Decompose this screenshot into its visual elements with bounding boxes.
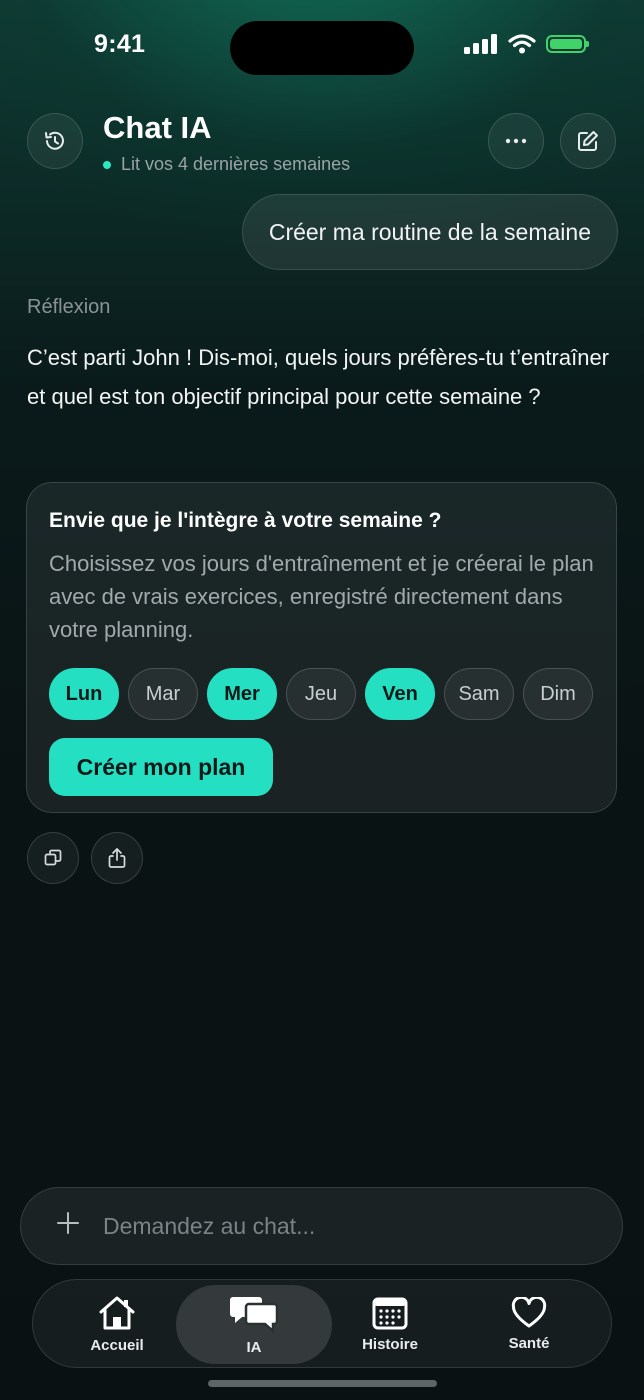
- calendar-icon: [372, 1297, 408, 1330]
- plan-suggestion-card: Envie que je l'intègre à votre semaine ?…: [26, 482, 617, 813]
- user-message-bubble: Créer ma routine de la semaine: [241, 194, 618, 270]
- bottom-tab-bar: Accueil IA Histoire Santé: [32, 1279, 612, 1368]
- tab-label: Santé: [508, 1335, 550, 1352]
- battery-charging-icon: [546, 35, 589, 53]
- share-button[interactable]: [91, 832, 143, 884]
- day-chip-mar[interactable]: Mar: [128, 668, 198, 720]
- home-icon: [99, 1296, 135, 1330]
- context-status: Lit vos 4 dernières semaines: [103, 154, 350, 175]
- status-time: 9:41: [94, 30, 146, 58]
- chat-input-placeholder[interactable]: Demandez au chat...: [103, 1213, 315, 1240]
- card-title: Envie que je l'intègre à votre semaine ?: [49, 509, 442, 532]
- cellular-signal-icon: [464, 34, 497, 54]
- new-chat-button[interactable]: [560, 113, 616, 169]
- reflexion-label[interactable]: Réflexion: [27, 296, 110, 319]
- history-icon: [45, 131, 64, 150]
- tab-label: Histoire: [362, 1336, 418, 1353]
- add-attachment-button[interactable]: [51, 1211, 85, 1241]
- home-indicator[interactable]: [208, 1380, 437, 1387]
- more-options-button[interactable]: [488, 113, 544, 169]
- plus-icon: [57, 1212, 79, 1234]
- status-dot: [103, 160, 111, 169]
- tab-label: IA: [246, 1339, 262, 1356]
- wifi-icon: [508, 34, 536, 54]
- day-chip-dim[interactable]: Dim: [523, 668, 593, 720]
- copy-icon: [44, 849, 62, 866]
- tab-ia[interactable]: IA: [176, 1285, 332, 1364]
- copy-button[interactable]: [27, 832, 79, 884]
- day-selector: Lun Mar Mer Jeu Ven Sam Dim: [49, 668, 594, 720]
- chat-input-bar[interactable]: Demandez au chat...: [20, 1187, 623, 1265]
- day-chip-ven[interactable]: Ven: [365, 668, 435, 720]
- day-chip-sam[interactable]: Sam: [444, 668, 514, 720]
- tab-accueil[interactable]: Accueil: [67, 1280, 167, 1369]
- create-plan-button[interactable]: Créer mon plan: [49, 738, 273, 796]
- ellipsis-icon: [505, 138, 527, 144]
- page-title: Chat IA: [103, 110, 212, 145]
- status-icons: [464, 34, 589, 54]
- day-chip-lun[interactable]: Lun: [49, 668, 119, 720]
- chat-bubbles-icon: [230, 1297, 279, 1333]
- tab-label: Accueil: [90, 1337, 144, 1354]
- tab-histoire[interactable]: Histoire: [340, 1280, 440, 1369]
- user-message-text: Créer ma routine de la semaine: [268, 218, 591, 245]
- share-icon: [108, 848, 126, 868]
- tab-sante[interactable]: Santé: [479, 1280, 579, 1369]
- day-chip-mer[interactable]: Mer: [207, 668, 277, 720]
- ai-message-text: C’est parti John ! Dis-moi, quels jours …: [27, 345, 610, 409]
- card-description: Choisissez vos jours d'entraînement et j…: [49, 551, 594, 642]
- context-status-text: Lit vos 4 dernières semaines: [121, 154, 351, 174]
- heart-icon: [511, 1297, 547, 1328]
- day-chip-jeu[interactable]: Jeu: [286, 668, 356, 720]
- history-button[interactable]: [27, 113, 83, 169]
- dynamic-island: [230, 21, 414, 75]
- compose-icon: [578, 131, 598, 151]
